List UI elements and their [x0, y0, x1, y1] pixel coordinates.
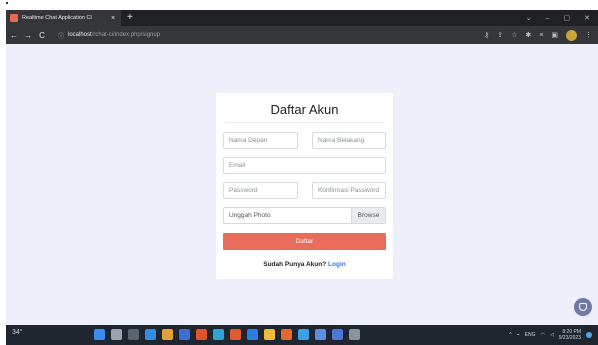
cup-icon [579, 303, 587, 311]
corner-dot [6, 2, 8, 4]
tab-search-icon[interactable]: ⌄ [526, 14, 532, 22]
photo-upload-label: Unggah Photo [229, 212, 271, 219]
star-icon[interactable]: ☆ [511, 31, 517, 39]
network-icon[interactable]: ⌁ [517, 332, 520, 338]
url-host: localhost [68, 32, 92, 38]
taskbar-app-icon[interactable] [298, 329, 309, 340]
taskbar-app-icon[interactable] [230, 329, 241, 340]
favicon-icon [10, 14, 18, 22]
reload-icon[interactable]: C [36, 31, 48, 40]
url-path: /rchat-ci/index.php/signup [91, 32, 161, 38]
minimize-icon[interactable]: – [546, 15, 550, 22]
toolbar-actions: ⚷ ⇪ ☆ ✱ ≡ ▣ ⋮ [484, 26, 592, 44]
taskbar-app-icon[interactable] [145, 329, 156, 340]
extensions-icon[interactable]: ✱ [525, 31, 531, 39]
login-prompt: Sudah Punya Akun? Login [216, 261, 393, 268]
forward-icon[interactable]: → [22, 31, 34, 40]
taskbar-app-icon[interactable] [315, 329, 326, 340]
profile-icon[interactable] [566, 29, 577, 41]
tab-title: Realtime Chat Application Cl [22, 15, 92, 21]
tab-strip: Realtime Chat Application Cl × + ⌄ – ▢ ✕ [6, 10, 598, 26]
volume-icon[interactable]: ◁ [550, 332, 554, 338]
chevron-up-icon[interactable]: ^ [509, 332, 511, 338]
site-info-icon[interactable]: ⓘ [58, 31, 68, 40]
clock[interactable]: 8:20 PM 9/23/2023 [559, 329, 581, 341]
floating-action-button[interactable] [574, 298, 592, 316]
login-prompt-text: Sudah Punya Akun? [263, 261, 327, 268]
signup-card: Daftar Akun Nama Depan Nama Belakang Ema… [216, 93, 393, 279]
screen: Realtime Chat Application Cl × + ⌄ – ▢ ✕… [0, 0, 598, 345]
back-icon[interactable]: ← [8, 31, 20, 40]
taskbar: 34° ^ ⌁ ENG ◠ ◁ 8:20 PM 9/23/2023 [6, 325, 598, 345]
tab-close-icon[interactable]: × [109, 15, 117, 22]
taskbar-app-icon[interactable] [94, 329, 105, 340]
taskbar-app-icon[interactable] [162, 329, 173, 340]
confirm-password-input[interactable]: Konfirmasi Password [312, 182, 386, 199]
first-name-input[interactable]: Nama Depan [223, 132, 298, 149]
browse-button[interactable]: Browse [351, 208, 385, 223]
sidepanel-icon[interactable]: ▣ [551, 31, 558, 39]
taskbar-app-icon[interactable] [213, 329, 224, 340]
taskbar-app-icon[interactable] [281, 329, 292, 340]
password-input[interactable]: Password [223, 182, 298, 199]
browser-tab[interactable]: Realtime Chat Application Cl × [6, 10, 121, 26]
taskbar-apps [94, 329, 360, 340]
share-icon[interactable]: ⇪ [497, 31, 503, 39]
wifi-icon[interactable]: ◠ [541, 332, 545, 338]
email-input[interactable]: Email [223, 157, 386, 174]
clock-date: 9/23/2023 [558, 335, 581, 341]
photo-upload-input[interactable]: Unggah Photo Browse [223, 207, 386, 224]
notification-icon[interactable] [586, 332, 592, 338]
page-content: Daftar Akun Nama Depan Nama Belakang Ema… [6, 44, 598, 325]
taskbar-app-icon[interactable] [332, 329, 343, 340]
close-window-icon[interactable]: ✕ [584, 14, 590, 22]
taskbar-app-icon[interactable] [111, 329, 122, 340]
maximize-icon[interactable]: ▢ [564, 14, 571, 22]
browser-toolbar: ← → C ⓘ localhost /rchat-ci/index.php/si… [6, 26, 598, 44]
media-icon[interactable]: ≡ [539, 32, 543, 39]
weather-widget[interactable]: 34° [12, 329, 23, 336]
taskbar-app-icon[interactable] [247, 329, 258, 340]
key-icon[interactable]: ⚷ [484, 31, 489, 39]
login-link[interactable]: Login [328, 261, 346, 268]
new-tab-button[interactable]: + [127, 12, 133, 24]
taskbar-app-icon[interactable] [179, 329, 190, 340]
taskbar-app-icon[interactable] [264, 329, 275, 340]
last-name-input[interactable]: Nama Belakang [312, 132, 386, 149]
window-controls: ⌄ – ▢ ✕ [526, 10, 590, 26]
address-bar[interactable]: ⓘ localhost /rchat-ci/index.php/signup [58, 28, 478, 42]
taskbar-app-icon[interactable] [128, 329, 139, 340]
signup-submit-button[interactable]: Daftar [223, 233, 386, 250]
menu-icon[interactable]: ⋮ [585, 31, 592, 39]
taskbar-app-icon[interactable] [196, 329, 207, 340]
system-tray: ^ ⌁ ENG ◠ ◁ 8:20 PM 9/23/2023 [509, 325, 592, 345]
taskbar-app-icon[interactable] [349, 329, 360, 340]
title-divider [225, 122, 384, 123]
page-title: Daftar Akun [270, 102, 339, 117]
lang-indicator[interactable]: ENG [525, 332, 536, 338]
